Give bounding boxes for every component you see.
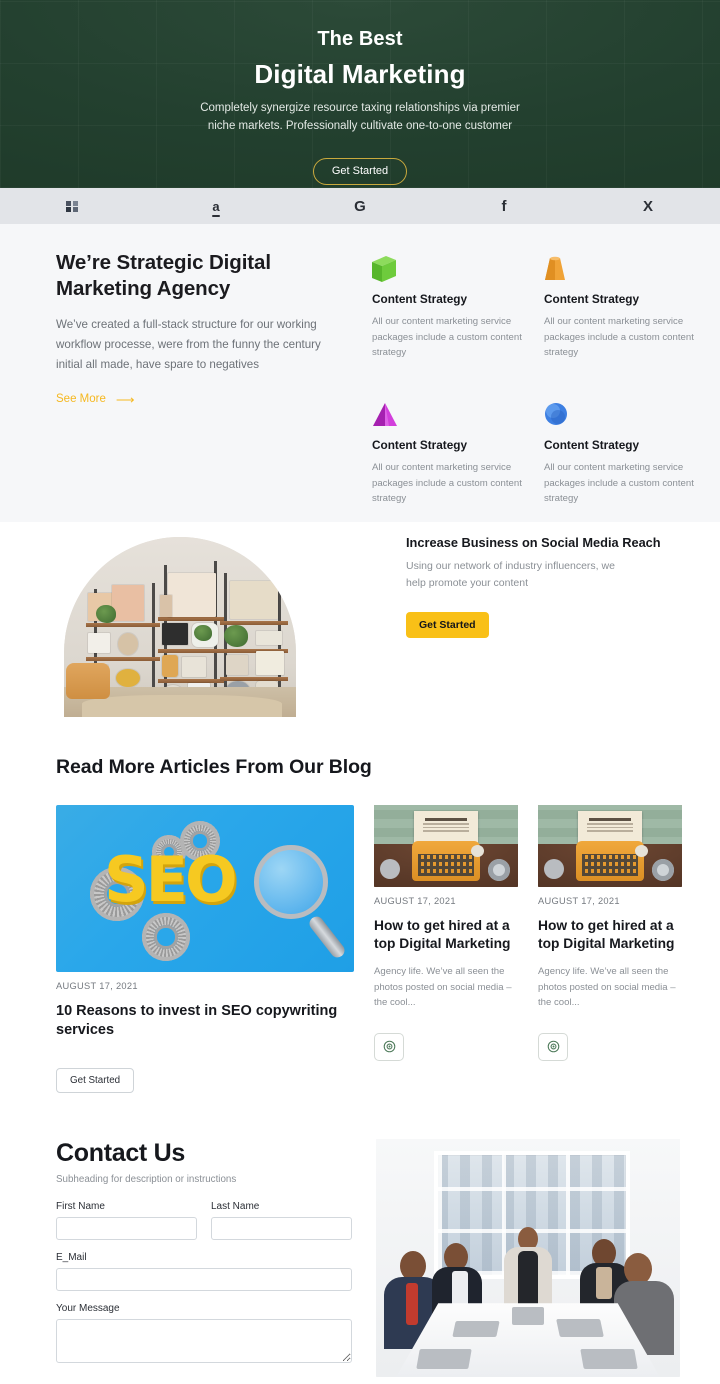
blog-featured-date: AUGUST 17, 2021 (56, 981, 138, 991)
services-body: We’ve created a full-stack structure for… (56, 318, 321, 371)
blog-featured-get-started-button[interactable]: Get Started (56, 1068, 135, 1094)
promo-get-started-button[interactable]: Get Started (406, 612, 489, 638)
services-heading: We’re Strategic Digital Marketing Agency (56, 251, 271, 301)
blog-post-title: How to get hired at a top Digital Market… (538, 918, 675, 952)
amazon-icon: a (212, 198, 220, 214)
first-name-input[interactable] (56, 1217, 197, 1241)
last-name-input[interactable] (211, 1217, 352, 1241)
services-intro: We’re Strategic Digital Marketing Agency… (56, 250, 346, 522)
see-more-label: See More (56, 393, 106, 406)
logo-microsoft[interactable] (0, 199, 144, 214)
email-label: E_Mail (56, 1252, 87, 1264)
name-fields-row: First Name Last Name (56, 1201, 352, 1241)
hero-section: The Best Digital Marketing Completely sy… (0, 0, 720, 188)
service-card[interactable]: Content Strategy All our content marketi… (544, 402, 694, 522)
hero-title: Digital Marketing (254, 59, 466, 89)
email-input[interactable] (56, 1268, 352, 1292)
last-name-label: Last Name (211, 1201, 260, 1213)
logo-x-twitter[interactable]: X (576, 199, 720, 214)
google-icon: G (354, 197, 366, 215)
service-card-title: Content Strategy (372, 438, 468, 452)
service-card-text: All our content marketing service packag… (544, 316, 694, 359)
hero-kicker: The Best (317, 28, 403, 50)
blog-post-date: AUGUST 17, 2021 (538, 896, 620, 906)
service-card-text: All our content marketing service packag… (372, 316, 522, 359)
arrow-right-icon: ⟶ (115, 391, 135, 407)
contact-title: Contact Us (56, 1139, 185, 1168)
blog-post-image (374, 805, 518, 887)
contact-image-wrap (376, 1139, 680, 1384)
logo-amazon[interactable]: a (144, 199, 288, 214)
microsoft-icon (66, 200, 78, 213)
hero-get-started-button[interactable]: Get Started (312, 157, 408, 185)
blog-post-view-button[interactable] (538, 1032, 568, 1061)
promo-title: Increase Business on Social Media Reach (406, 535, 661, 550)
service-card[interactable]: Content Strategy All our content marketi… (372, 402, 522, 522)
purple-pyramid-icon (372, 402, 522, 432)
blog-post-image (538, 805, 682, 887)
blog-featured-image: SEO (56, 805, 354, 972)
service-card[interactable]: Content Strategy All our content marketi… (544, 256, 694, 376)
blog-post-excerpt: Agency life. We’ve all seen the photos p… (538, 965, 676, 1009)
message-label: Your Message (56, 1303, 120, 1315)
blog-post-view-button[interactable] (374, 1032, 404, 1061)
facebook-icon: f (501, 197, 507, 215)
contact-image (376, 1139, 680, 1378)
blog-post-title: How to get hired at a top Digital Market… (374, 918, 511, 952)
see-more-link[interactable]: See More ⟶ (56, 393, 135, 406)
blog-row: SEO AUGUST 17, 2021 10 Reasons to invest… (56, 805, 682, 1094)
blog-featured-card[interactable]: SEO AUGUST 17, 2021 10 Reasons to invest… (56, 805, 354, 1094)
eye-icon (383, 1040, 395, 1053)
blog-post-excerpt: Agency life. We’ve all seen the photos p… (374, 965, 512, 1009)
blog-post-card[interactable]: AUGUST 17, 2021 How to get hired at a to… (538, 805, 682, 1093)
service-card-text: All our content marketing service packag… (372, 462, 522, 505)
blue-sphere-icon (544, 402, 694, 432)
orange-cone-icon (544, 256, 694, 286)
logo-google[interactable]: G (288, 199, 432, 214)
promo-subtitle: Using our network of industry influencer… (406, 560, 615, 589)
blog-post-card[interactable]: AUGUST 17, 2021 How to get hired at a to… (374, 805, 518, 1093)
services-card-grid: Content Strategy All our content marketi… (372, 250, 694, 522)
logo-facebook[interactable]: f (432, 199, 576, 214)
blog-heading: Read More Articles From Our Blog (56, 756, 372, 778)
contact-subtitle: Subheading for description or instructio… (56, 1174, 237, 1186)
service-card-title: Content Strategy (544, 438, 640, 452)
contact-section: Contact Us Subheading for description or… (0, 1139, 720, 1384)
x-twitter-icon: X (642, 197, 653, 215)
services-section: We’re Strategic Digital Marketing Agency… (0, 224, 720, 522)
hero-subtitle: Completely synergize resource taxing rel… (200, 102, 520, 132)
blog-post-date: AUGUST 17, 2021 (374, 896, 456, 906)
brand-logo-bar: a G f X (0, 188, 720, 224)
promo-section: Increase Business on Social Media Reach … (0, 522, 720, 750)
message-textarea[interactable] (56, 1319, 352, 1364)
promo-text: Increase Business on Social Media Reach … (406, 535, 661, 592)
blog-featured-title: 10 Reasons to invest in SEO copywriting … (56, 1003, 338, 1039)
email-field-group: E_Mail (56, 1252, 352, 1292)
blog-section: Read More Articles From Our Blog SEO AUG… (0, 750, 720, 1094)
service-card[interactable]: Content Strategy All our content marketi… (372, 256, 522, 376)
service-card-title: Content Strategy (544, 292, 640, 306)
message-field-group: Your Message (56, 1303, 352, 1368)
eye-icon (547, 1040, 559, 1053)
contact-form: Contact Us Subheading for description or… (56, 1139, 352, 1384)
service-card-text: All our content marketing service packag… (544, 462, 694, 505)
first-name-label: First Name (56, 1201, 105, 1213)
green-cube-icon (372, 256, 522, 286)
promo-image (64, 537, 296, 717)
service-card-title: Content Strategy (372, 292, 468, 306)
